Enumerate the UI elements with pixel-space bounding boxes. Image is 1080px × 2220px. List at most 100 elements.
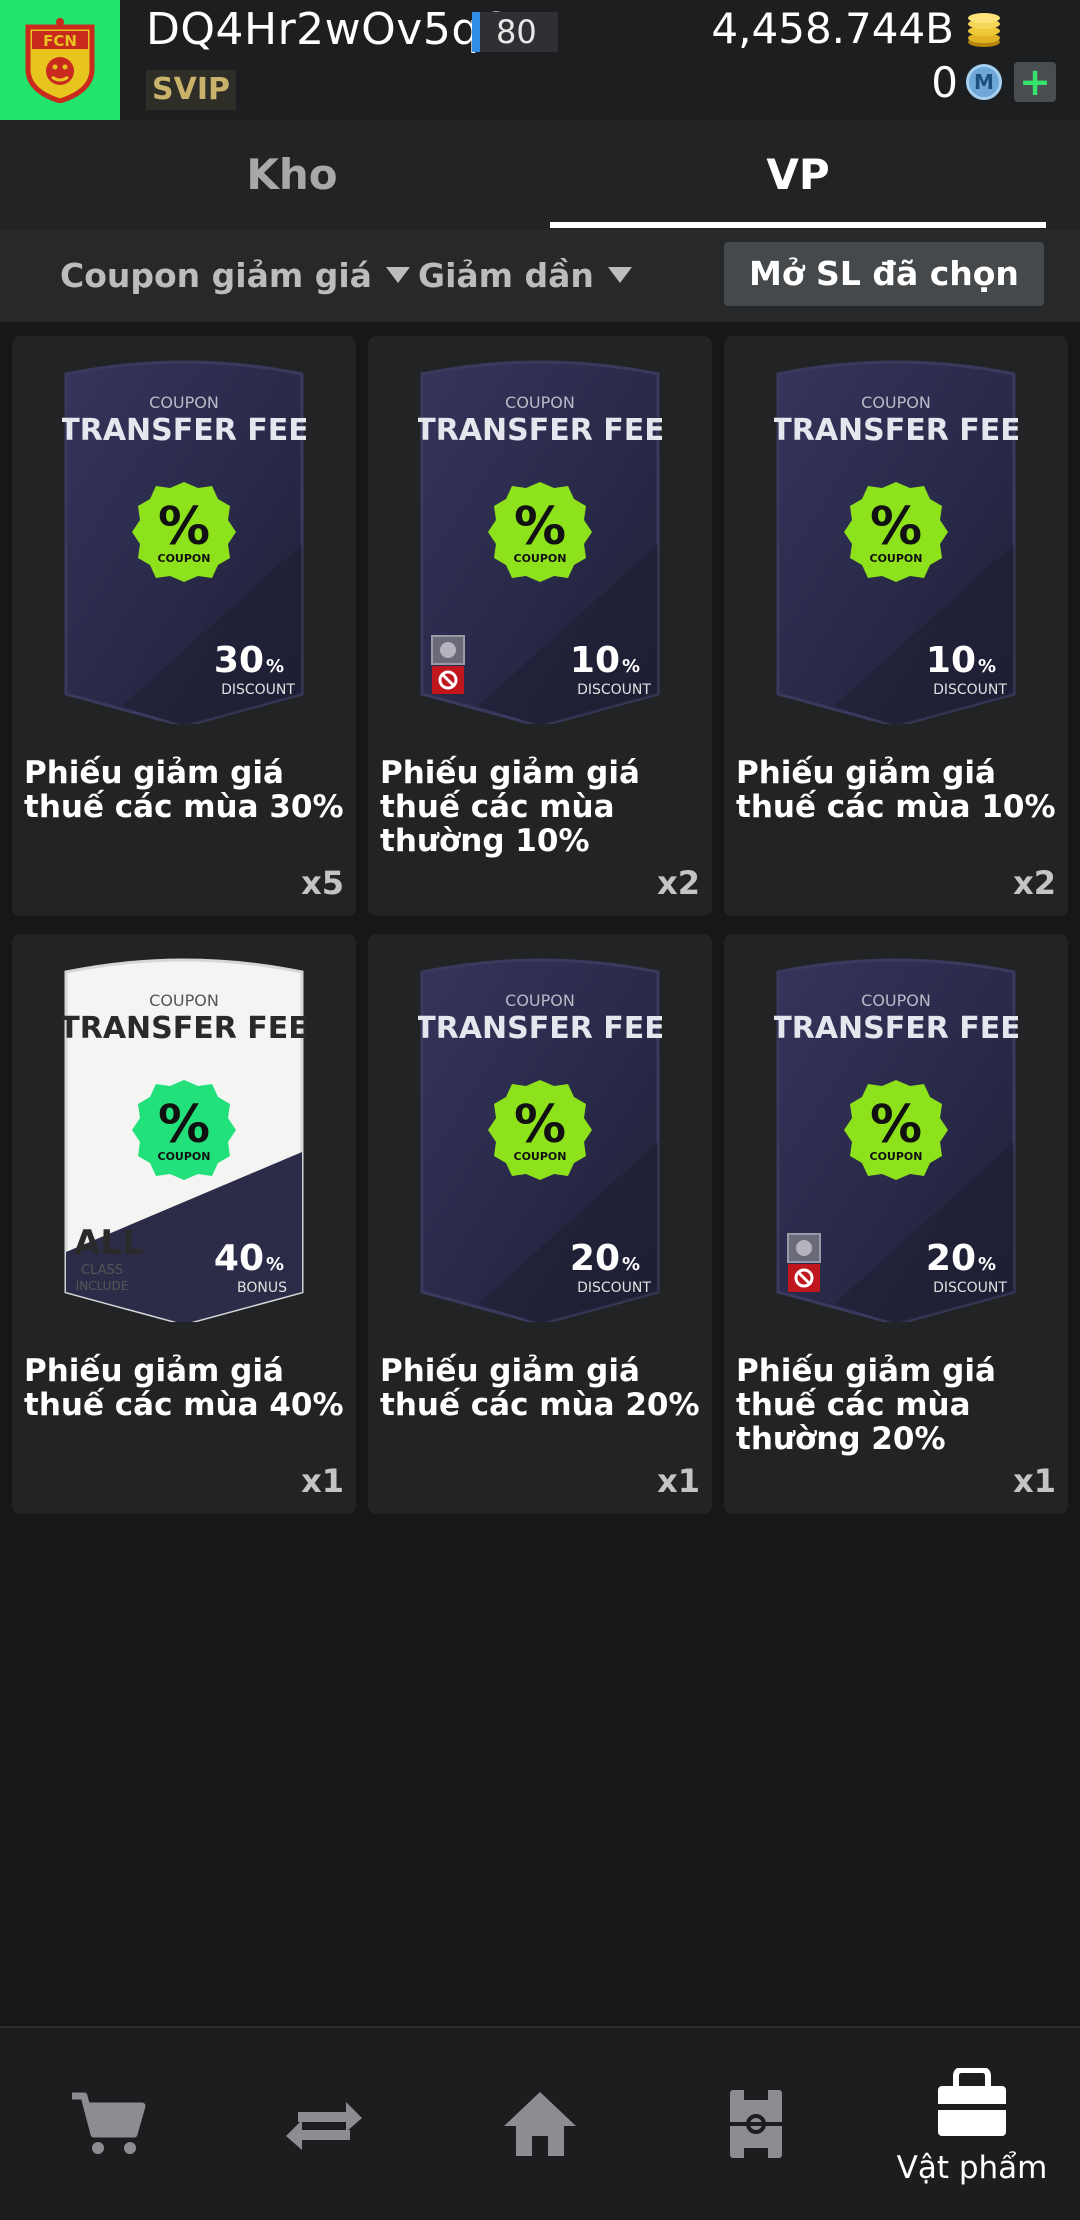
- bag-icon: [938, 2068, 1006, 2136]
- discount-label: DISCOUNT: [221, 682, 295, 698]
- coupon-small-label: COUPON: [149, 393, 219, 412]
- club-logo[interactable]: FCN: [0, 0, 120, 120]
- squad-pitch-icon: [730, 2090, 782, 2158]
- nav-items[interactable]: Vật phẩm: [864, 2028, 1080, 2220]
- coupon-percent: 10: [926, 640, 976, 681]
- transfer-fee-label: TRANSFER FEE: [62, 1011, 306, 1046]
- badge-coupon-label: COUPON: [870, 1150, 923, 1163]
- coupon-item-card[interactable]: COUPON TRANSFER FEE% COUPON 10% DISCOUNT Phiế…: [368, 336, 712, 916]
- chevron-down-icon: [385, 267, 410, 283]
- discount-label: DISCOUNT: [933, 682, 1007, 698]
- percent-sign: %: [622, 656, 640, 677]
- coupon-percent: 20: [570, 1238, 620, 1279]
- badge-percent: %: [158, 497, 210, 557]
- mpoint-icon: M: [966, 64, 1002, 100]
- add-currency-button[interactable]: +: [1014, 62, 1056, 102]
- badge-coupon-label: COUPON: [514, 552, 567, 565]
- item-count: x2: [657, 864, 700, 902]
- coupon-item-card[interactable]: COUPON TRANSFER FEE% COUPON 30% DISCOUNT Phiế…: [12, 336, 356, 916]
- category-dropdown[interactable]: Coupon giảm giá: [60, 230, 410, 322]
- item-name: Phiếu giảm giá thuế các mùa thường 20%: [736, 1353, 996, 1457]
- active-tab-indicator: [550, 222, 1046, 228]
- transfer-arrows-icon: [286, 2102, 362, 2150]
- coupon-card-art: COUPONTRANSFER FEE%COUPON30 %DISCOUNT: [62, 360, 306, 724]
- level-number: 80: [496, 13, 537, 51]
- badge-coupon-label: COUPON: [158, 552, 211, 565]
- coupon-small-label: COUPON: [149, 991, 219, 1010]
- coupon-item-card[interactable]: COUPON TRANSFER FEE% COUPON 10% DISCOUNT Phiế…: [724, 336, 1068, 916]
- badge-coupon-label: COUPON: [514, 1150, 567, 1163]
- coupon-card-art: COUPONTRANSFER FEE%COUPON10 %DISCOUNT: [774, 360, 1018, 724]
- club-crest-icon: FCN: [25, 18, 95, 103]
- top-bar: FCN DQ4Hr2wOv5q6z 80 SVIP 4,458.744B 0 M…: [0, 0, 1080, 120]
- discount-label: DISCOUNT: [577, 1280, 651, 1296]
- svg-text:FCN: FCN: [43, 32, 77, 50]
- badge-percent: %: [514, 1095, 566, 1155]
- coins-icon: [968, 13, 1000, 47]
- percent-sign: %: [978, 1254, 996, 1275]
- item-count: x1: [1013, 1462, 1056, 1500]
- coupon-item-card[interactable]: COUPON TRANSFER FEE% COUPON ALL CLASS INCLUDE…: [12, 934, 356, 1514]
- badge-coupon-label: COUPON: [870, 552, 923, 565]
- coupon-card-art: COUPONTRANSFER FEE%COUPON20 %DISCOUNT: [418, 958, 662, 1322]
- item-count: x1: [301, 1462, 344, 1500]
- discount-label: DISCOUNT: [933, 1280, 1007, 1296]
- badge-percent: %: [514, 497, 566, 557]
- coupon-percent: 40: [214, 1238, 264, 1279]
- restricted-icon: [431, 635, 465, 694]
- bottom-nav: Vật phẩm: [0, 2026, 1080, 2220]
- discount-label: DISCOUNT: [577, 682, 651, 698]
- coupon-card-art: COUPONTRANSFER FEE%COUPON20 %DISCOUNT: [774, 958, 1018, 1322]
- coupon-item-card[interactable]: COUPON TRANSFER FEE% COUPON 20% DISCOUNT Phiế…: [368, 934, 712, 1514]
- nav-squad[interactable]: [648, 2028, 864, 2220]
- tab-bar: Kho VP: [0, 120, 1080, 230]
- sort-dropdown-label: Giảm dần: [418, 256, 594, 295]
- coupon-percent: 20: [926, 1238, 976, 1279]
- coupon-small-label: COUPON: [861, 393, 931, 412]
- level-indicator: 80: [472, 12, 558, 52]
- coupon-small-label: COUPON: [505, 991, 575, 1010]
- item-name: Phiếu giảm giá thuế các mùa 30%: [24, 755, 344, 825]
- coins-amount: 4,458.744B: [711, 4, 954, 53]
- item-count: x1: [657, 1462, 700, 1500]
- transfer-fee-label: TRANSFER FEE: [774, 1011, 1018, 1046]
- open-selected-button[interactable]: Mở SL đã chọn: [724, 242, 1044, 306]
- percent-sign: %: [266, 656, 284, 677]
- chevron-down-icon: [607, 267, 632, 283]
- bonus-label: BONUS: [237, 1280, 287, 1296]
- transfer-fee-label: TRANSFER FEE: [774, 413, 1018, 448]
- sort-dropdown[interactable]: Giảm dần: [418, 230, 632, 322]
- nav-transfer[interactable]: [216, 2028, 432, 2220]
- item-name: Phiếu giảm giá thuế các mùa 40%: [24, 1353, 344, 1423]
- badge-percent: %: [870, 497, 922, 557]
- coupon-percent: 10: [570, 640, 620, 681]
- all-label: ALL: [74, 1223, 144, 1263]
- category-dropdown-label: Coupon giảm giá: [60, 256, 372, 295]
- coupon-card-art: COUPONTRANSFER FEE%COUPON10 %DISCOUNT: [418, 360, 662, 724]
- filter-bar: Coupon giảm giá Giảm dần Mở SL đã chọn: [0, 230, 1080, 322]
- badge-percent: %: [870, 1095, 922, 1155]
- item-name: Phiếu giảm giá thuế các mùa 10%: [736, 755, 1056, 825]
- item-name: Phiếu giảm giá thuế các mùa 20%: [380, 1353, 700, 1423]
- nav-home[interactable]: [432, 2028, 648, 2220]
- restricted-icon: [787, 1233, 821, 1292]
- coupon-item-card[interactable]: COUPON TRANSFER FEE% COUPON 20% DISCOUNT Phiế…: [724, 934, 1068, 1514]
- percent-sign: %: [266, 1254, 284, 1275]
- class-label: CLASS: [81, 1263, 123, 1278]
- transfer-fee-label: TRANSFER FEE: [62, 413, 306, 448]
- tab-vp[interactable]: VP: [550, 120, 1046, 230]
- transfer-fee-label: TRANSFER FEE: [418, 1011, 662, 1046]
- transfer-fee-label: TRANSFER FEE: [418, 413, 662, 448]
- home-icon: [504, 2092, 576, 2156]
- item-count: x2: [1013, 864, 1056, 902]
- badge-coupon-label: COUPON: [158, 1150, 211, 1163]
- nav-shop[interactable]: [0, 2028, 216, 2220]
- percent-sign: %: [622, 1254, 640, 1275]
- item-count: x5: [301, 864, 344, 902]
- include-label: INCLUDE: [76, 1279, 129, 1293]
- tab-kho[interactable]: Kho: [22, 120, 562, 230]
- coupon-card-art: COUPONTRANSFER FEE%COUPONALLCLASSINCLUDE…: [62, 958, 306, 1322]
- svip-badge[interactable]: SVIP: [146, 70, 236, 110]
- badge-percent: %: [158, 1095, 210, 1155]
- coupon-percent: 30: [214, 640, 264, 681]
